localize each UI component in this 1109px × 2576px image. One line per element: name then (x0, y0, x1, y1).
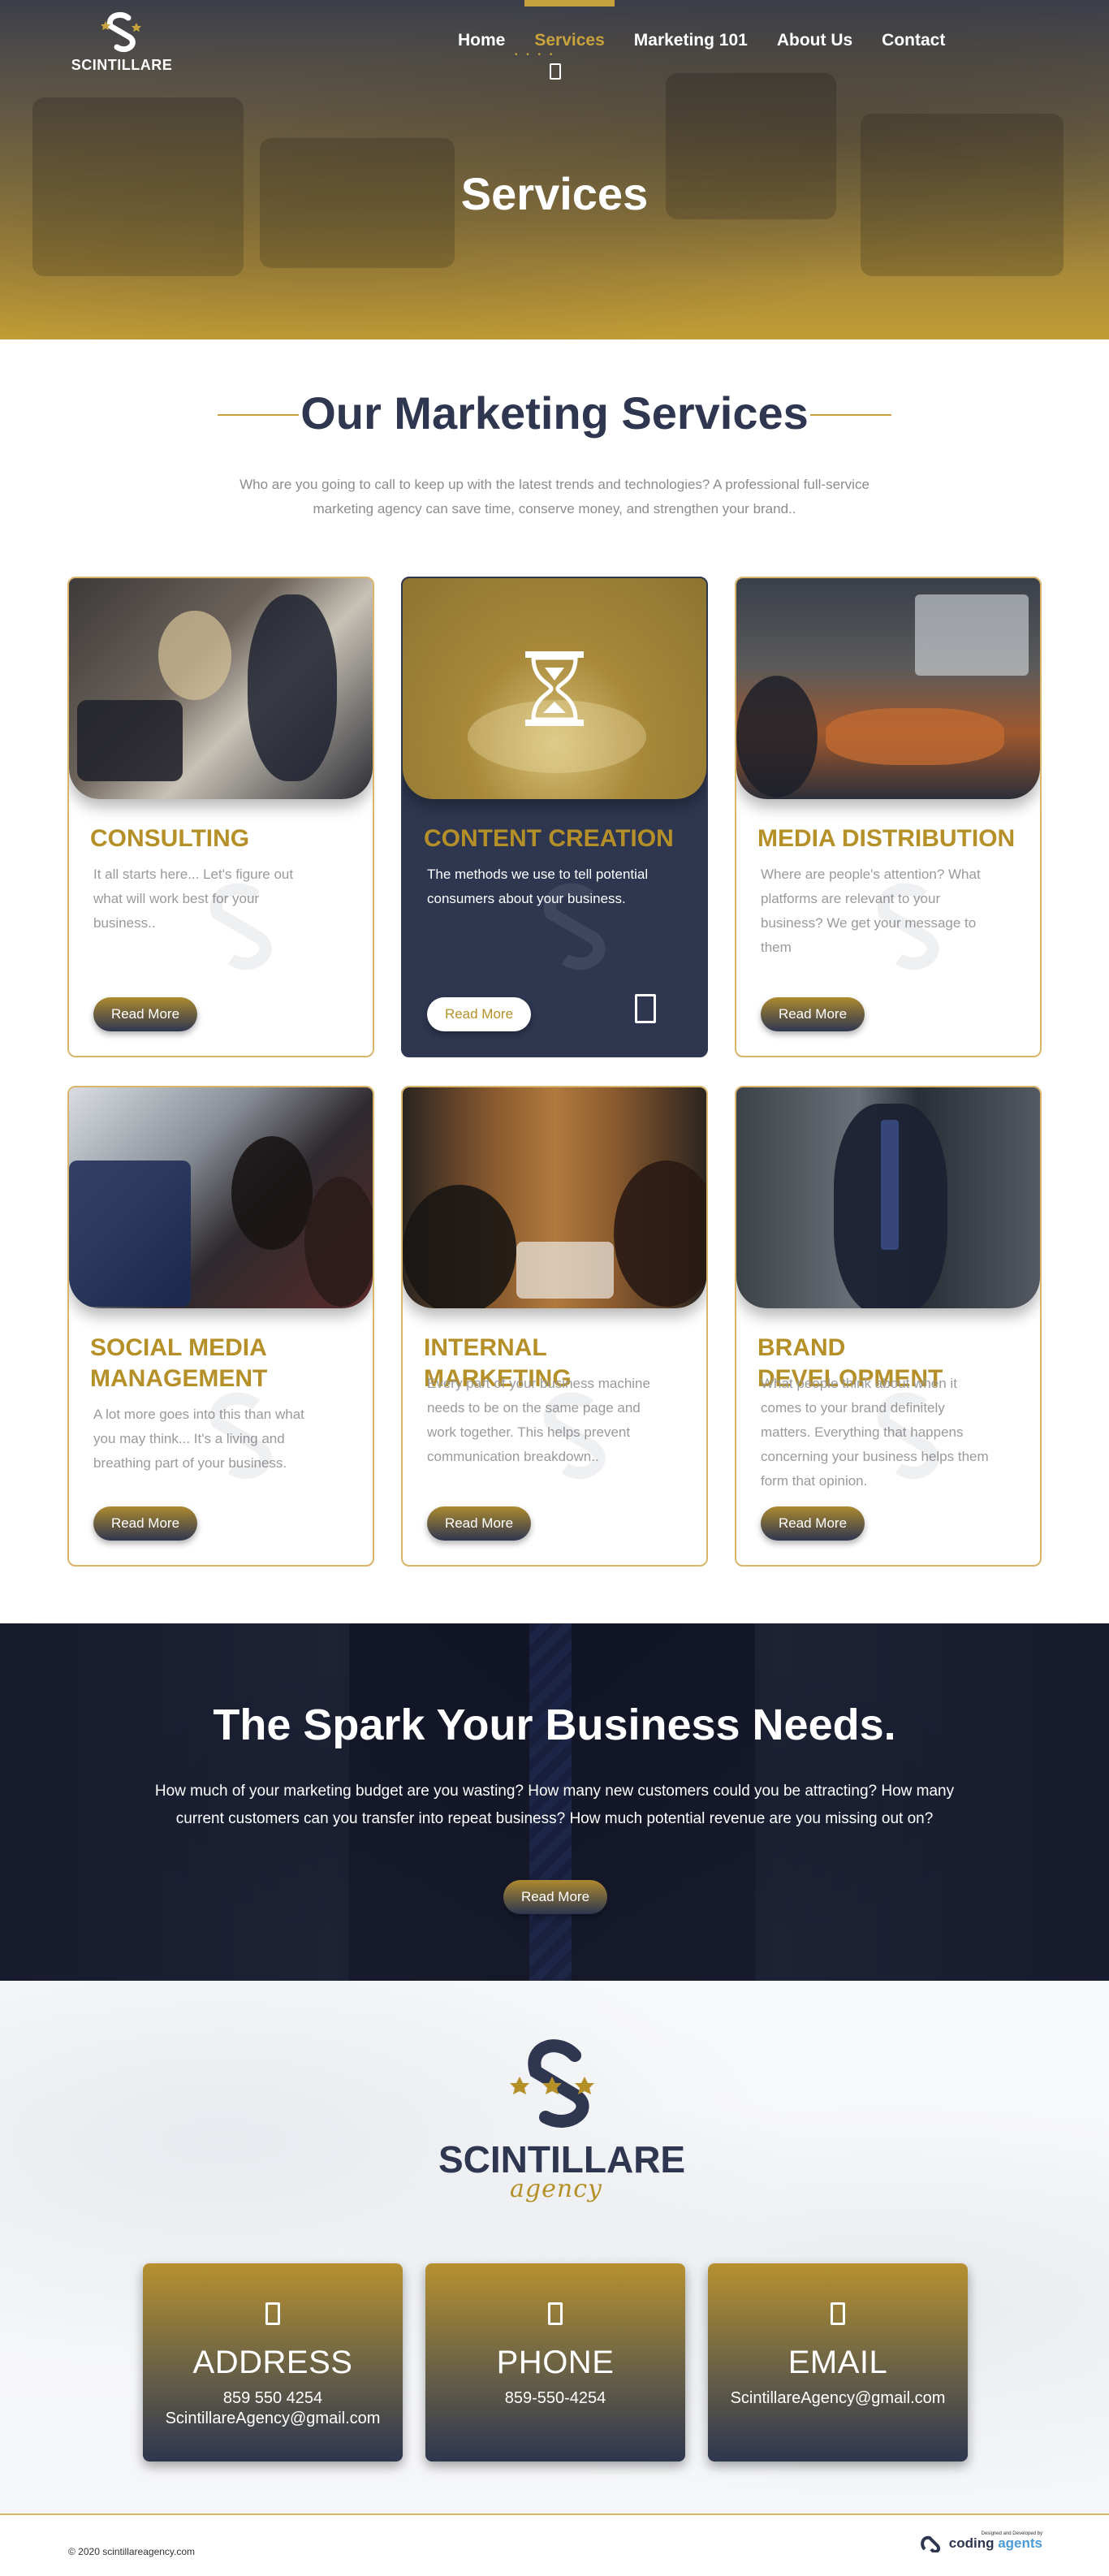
contact-card-phone: PHONE 859-550-4254 (425, 2263, 685, 2461)
logo-watermark-icon (543, 1392, 606, 1480)
service-card-brand-development: BRAND DEVELOPMENT What people think abou… (735, 1086, 1042, 1567)
section-subtitle: Who are you going to call to keep up wit… (239, 477, 870, 516)
nav-home[interactable]: Home (443, 0, 520, 50)
contact-heading: EMAIL (788, 2345, 888, 2380)
page-title: Services (460, 168, 649, 219)
spark-text: How much of your marketing budget are yo… (154, 1783, 955, 1827)
credit-caption: Designed and Developed by (981, 2531, 1042, 2536)
logo-mark-icon (101, 11, 141, 53)
services-section: Our Marketing Services Who are you going… (0, 339, 1109, 1623)
coding-agents-logo-icon (920, 2535, 940, 2552)
contact-phone-link[interactable]: 859-550-4254 (425, 2389, 685, 2408)
nav-marketing-101[interactable]: Marketing 101 (619, 0, 762, 50)
read-more-button[interactable]: Read More (761, 997, 865, 1031)
logo-watermark-icon (209, 883, 272, 970)
contact-email-link[interactable]: ScintillareAgency@gmail.com (143, 2410, 403, 2428)
logo-text: SCINTILLARE (71, 57, 173, 73)
service-card-social-media: SOCIAL MEDIA MANAGEMENT A lot more goes … (67, 1086, 374, 1567)
service-card-consulting: CONSULTING It all starts here... Let's f… (67, 577, 374, 1057)
spark-title: The Spark Your Business Needs. (213, 1701, 896, 1749)
card-title: CONSULTING (90, 825, 250, 852)
contact-card-email: EMAIL ScintillareAgency@gmail.com (708, 2263, 968, 2461)
logo-watermark-icon (877, 1392, 939, 1480)
footer-bar: © 2020 scintillareagency.com Designed an… (0, 2513, 1109, 2575)
document-icon (635, 994, 656, 1023)
service-card-internal-marketing: INTERNAL MARKETING Every part of your bu… (401, 1086, 708, 1567)
brand-development-photo (736, 1087, 1040, 1308)
nav-about-us[interactable]: About Us (762, 0, 867, 50)
copyright-text: © 2020 scintillareagency.com (68, 2546, 196, 2557)
logo-watermark-icon (877, 883, 939, 970)
contact-section: SCINTILLARE agency ADDRESS 859 550 4254 … (0, 1981, 1109, 2513)
section-heading: Our Marketing Services (218, 385, 891, 442)
social-media-photo (69, 1087, 373, 1308)
heading-rule-left (218, 414, 299, 416)
section-title: Our Marketing Services (300, 387, 809, 439)
main-nav: Home Services Marketing 101 About Us Con… (443, 0, 960, 50)
card-title: CONTENT CREATION (424, 825, 674, 852)
contact-heading: PHONE (496, 2345, 615, 2380)
contact-card-address: ADDRESS 859 550 4254 ScintillareAgency@g… (143, 2263, 403, 2461)
read-more-button[interactable]: Read More (427, 997, 531, 1031)
read-more-button[interactable]: Read More (761, 1506, 865, 1541)
footer-logo[interactable]: SCINTILLARE agency (438, 2031, 685, 2203)
consulting-photo (69, 578, 373, 799)
submenu-toggle-icon[interactable] (550, 63, 561, 80)
contact-cards: ADDRESS 859 550 4254 ScintillareAgency@g… (143, 2263, 968, 2461)
footer-logo-script: agency (510, 2175, 602, 2203)
developer-credit-link[interactable]: Designed and Developed by coding agents (920, 2531, 1042, 2552)
contact-heading: ADDRESS (192, 2345, 353, 2380)
internal-marketing-photo (403, 1087, 706, 1308)
logo-watermark-icon (209, 1392, 272, 1480)
heading-rule-right (810, 414, 891, 416)
nav-active-dots: • • • • (515, 50, 556, 59)
read-more-button[interactable]: Read More (427, 1506, 531, 1541)
nav-services[interactable]: Services (520, 0, 619, 50)
location-icon (265, 2302, 280, 2325)
site-logo[interactable]: SCINTILLARE (68, 10, 175, 74)
service-card-media-distribution: MEDIA DISTRIBUTION Where are people's at… (735, 577, 1042, 1057)
hourglass-icon (525, 651, 584, 726)
card-title: MEDIA DISTRIBUTION (757, 825, 1016, 852)
spark-section: The Spark Your Business Needs. How much … (0, 1623, 1109, 1981)
logo-mark-icon (510, 2039, 594, 2128)
contact-email-link[interactable]: ScintillareAgency@gmail.com (708, 2389, 968, 2408)
email-icon (831, 2302, 845, 2325)
nav-contact[interactable]: Contact (867, 0, 960, 50)
content-creation-banner (403, 578, 706, 799)
service-card-content-creation: CONTENT CREATION The methods we use to t… (401, 577, 708, 1057)
hero-section: SCINTILLARE Home Services Marketing 101 … (0, 0, 1109, 339)
contact-line: 859 550 4254 (222, 2389, 323, 2407)
credit-brand: coding agents (949, 2535, 1042, 2552)
credit-brand-b: agents (994, 2535, 1042, 2551)
read-more-button[interactable]: Read More (93, 1506, 197, 1541)
services-grid: CONSULTING It all starts here... Let's f… (67, 577, 1042, 1567)
credit-brand-a: coding (948, 2535, 995, 2551)
media-distribution-photo (736, 578, 1040, 799)
read-more-button[interactable]: Read More (93, 997, 197, 1031)
logo-watermark-icon (543, 883, 606, 970)
phone-icon (548, 2302, 563, 2325)
spark-read-more-button[interactable]: Read More (503, 1880, 607, 1914)
